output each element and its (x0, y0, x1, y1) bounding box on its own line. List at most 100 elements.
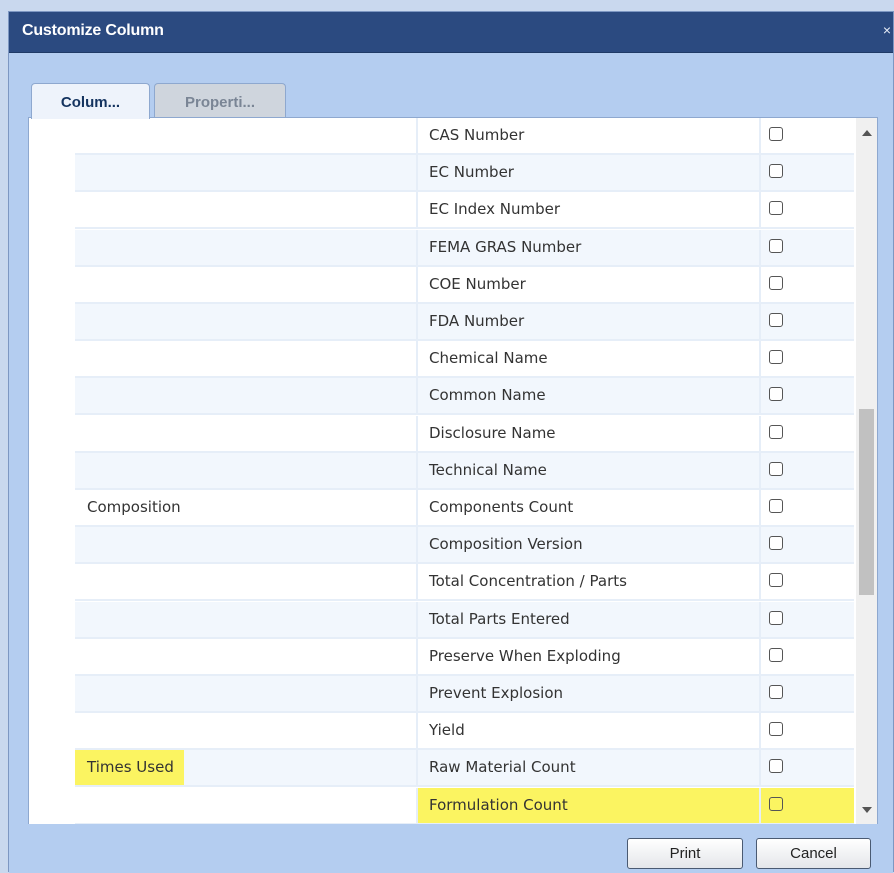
column-checkbox[interactable] (769, 425, 783, 439)
column-checkbox[interactable] (769, 201, 783, 215)
dialog-title: Customize Column (22, 22, 164, 39)
column-name-cell: Disclosure Name (418, 416, 761, 451)
dialog-footer: Print Cancel (9, 824, 893, 873)
group-cell (75, 788, 418, 823)
group-cell (75, 378, 418, 413)
visible-cell (761, 118, 854, 153)
visible-cell (761, 676, 854, 711)
column-checkbox[interactable] (769, 648, 783, 662)
table-row[interactable]: Disclosure Name (75, 416, 854, 453)
group-cell (75, 192, 418, 227)
column-checkbox[interactable] (769, 164, 783, 178)
group-cell (75, 639, 418, 674)
table-row[interactable]: Prevent Explosion (75, 676, 854, 713)
table-row[interactable]: Yield (75, 713, 854, 750)
column-name-cell: Formulation Count (418, 788, 761, 823)
visible-cell (761, 192, 854, 227)
table-row[interactable]: Formulation Count (75, 788, 854, 825)
group-cell (75, 118, 418, 153)
column-name-cell: FEMA GRAS Number (418, 230, 761, 265)
scroll-up-icon[interactable] (862, 130, 872, 136)
table-row[interactable]: Common Name (75, 378, 854, 415)
visible-cell (761, 490, 854, 525)
visible-cell (761, 304, 854, 339)
tab-strip: Colum... Properti... (9, 52, 893, 119)
scroll-thumb[interactable] (859, 409, 874, 595)
column-checkbox[interactable] (769, 759, 783, 773)
group-cell (75, 564, 418, 599)
group-cell: Times Used (75, 750, 418, 785)
column-name-cell: CAS Number (418, 118, 761, 153)
group-cell (75, 304, 418, 339)
table-row[interactable]: FDA Number (75, 304, 854, 341)
column-name-cell: Yield (418, 713, 761, 748)
column-checkbox[interactable] (769, 350, 783, 364)
group-label: Times Used (75, 750, 184, 785)
column-checkbox[interactable] (769, 611, 783, 625)
column-name-cell: Composition Version (418, 527, 761, 562)
table-row[interactable]: COE Number (75, 267, 854, 304)
visible-cell (761, 602, 854, 637)
group-cell (75, 416, 418, 451)
column-checkbox[interactable] (769, 573, 783, 587)
visible-cell (761, 155, 854, 190)
table-row[interactable]: CAS Number (75, 118, 854, 155)
print-button[interactable]: Print (627, 838, 743, 869)
column-name-cell: Chemical Name (418, 341, 761, 376)
column-checkbox[interactable] (769, 387, 783, 401)
column-name-cell: Components Count (418, 490, 761, 525)
column-checkbox[interactable] (769, 462, 783, 476)
group-cell (75, 267, 418, 302)
table-row[interactable]: Total Parts Entered (75, 602, 854, 639)
column-checkbox[interactable] (769, 797, 783, 811)
column-checkbox[interactable] (769, 276, 783, 290)
group-cell (75, 155, 418, 190)
column-name-cell: FDA Number (418, 304, 761, 339)
column-name-cell: Common Name (418, 378, 761, 413)
column-checkbox[interactable] (769, 499, 783, 513)
column-checkbox[interactable] (769, 722, 783, 736)
table-row[interactable]: Chemical Name (75, 341, 854, 378)
column-checkbox[interactable] (769, 239, 783, 253)
tab-properties[interactable]: Properti... (154, 83, 286, 117)
column-name-cell: COE Number (418, 267, 761, 302)
table-row[interactable]: Preserve When Exploding (75, 639, 854, 676)
column-checkbox[interactable] (769, 313, 783, 327)
column-name-cell: Total Parts Entered (418, 602, 761, 637)
group-cell (75, 341, 418, 376)
table-row[interactable]: EC Index Number (75, 192, 854, 229)
vertical-scrollbar[interactable] (856, 118, 877, 825)
group-cell (75, 713, 418, 748)
column-name-cell: Total Concentration / Parts (418, 564, 761, 599)
visible-cell (761, 750, 854, 785)
table-row[interactable]: Total Concentration / Parts (75, 564, 854, 601)
column-name-cell: Technical Name (418, 453, 761, 488)
columns-panel: CAS Number EC Number EC Index Number FEMA G… (28, 117, 878, 825)
visible-cell (761, 341, 854, 376)
table-row[interactable]: Composition Components Count (75, 490, 854, 527)
column-checkbox[interactable] (769, 685, 783, 699)
group-cell (75, 602, 418, 637)
visible-cell (761, 378, 854, 413)
table-row[interactable]: Technical Name (75, 453, 854, 490)
tab-columns[interactable]: Colum... (31, 83, 150, 119)
cancel-button[interactable]: Cancel (756, 838, 871, 869)
column-checkbox[interactable] (769, 127, 783, 141)
column-name-cell: Prevent Explosion (418, 676, 761, 711)
visible-cell (761, 416, 854, 451)
group-cell (75, 676, 418, 711)
table-row[interactable]: Times Used Raw Material Count (75, 750, 854, 787)
visible-cell (761, 639, 854, 674)
column-checkbox[interactable] (769, 536, 783, 550)
scroll-down-icon[interactable] (862, 807, 872, 813)
title-bar[interactable]: Customize Column × (9, 12, 893, 53)
table-row[interactable]: FEMA GRAS Number (75, 230, 854, 267)
visible-cell (761, 713, 854, 748)
visible-cell (761, 527, 854, 562)
group-cell: Composition (75, 490, 418, 525)
table-row[interactable]: EC Number (75, 155, 854, 192)
close-icon[interactable]: × (883, 22, 891, 38)
visible-cell (761, 564, 854, 599)
visible-cell (761, 788, 854, 823)
table-row[interactable]: Composition Version (75, 527, 854, 564)
